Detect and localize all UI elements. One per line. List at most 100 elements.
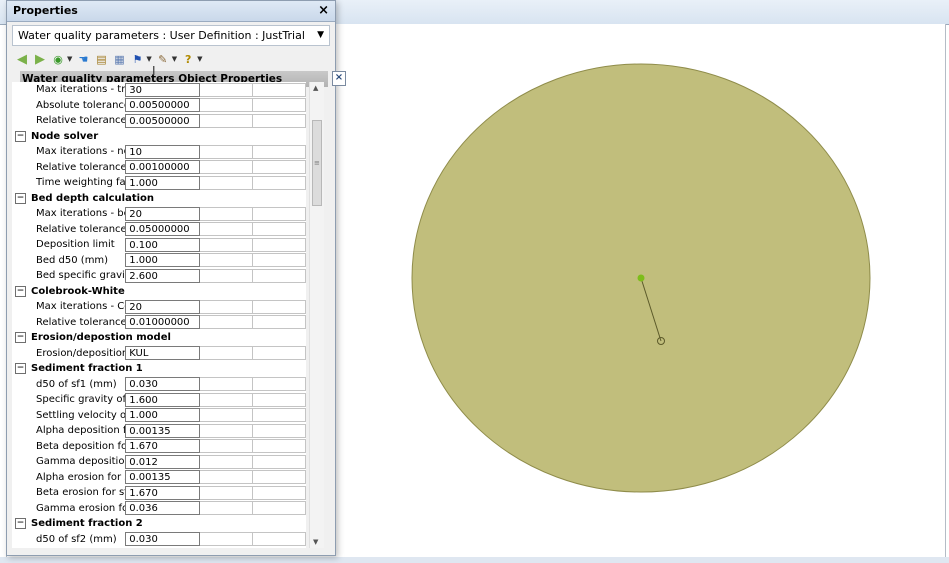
property-value-field[interactable]: 1.000 [125,253,200,268]
extra-cell[interactable] [252,268,306,283]
help-icon[interactable]: ? [181,52,195,66]
flag-cell[interactable] [199,206,253,221]
extra-cell[interactable] [252,144,306,159]
collapse-icon[interactable]: − [15,518,26,530]
property-value-field[interactable]: 0.100 [125,237,200,252]
flag-cell[interactable] [199,377,253,392]
dropdown-arrow-icon[interactable]: ▼ [146,55,151,63]
property-value-field[interactable]: KUL [125,346,200,361]
category-row[interactable]: − Bed depth calculation [12,191,306,207]
flag-cell[interactable] [199,253,253,268]
globe-icon[interactable]: ◉ [51,52,65,66]
extra-cell[interactable] [252,423,306,438]
flags-icon[interactable]: ⚑ [130,52,144,66]
property-value-field[interactable]: 30 [125,82,200,97]
category-row[interactable]: − Sediment fraction 1 [12,361,306,377]
category-row[interactable]: − Sediment fraction 2 [12,516,306,532]
category-row[interactable]: − Colebrook-White [12,284,306,300]
flag-cell[interactable] [199,532,253,547]
category-row[interactable]: − Node solver [12,129,306,145]
property-value-field[interactable]: 10 [125,144,200,159]
property-value-field[interactable]: 0.01000000 [125,315,200,330]
extra-cell[interactable] [252,377,306,392]
flag-cell[interactable] [199,485,253,500]
hand-pointer-icon[interactable]: ☚ [76,52,90,66]
flag-cell[interactable] [199,144,253,159]
back-arrow-icon[interactable]: ◀ [15,52,29,67]
grid-icon[interactable]: ▦ [112,52,126,66]
dropdown-arrow-icon[interactable]: ▼ [172,55,177,63]
flag-cell[interactable] [199,237,253,252]
property-value-field[interactable]: 1.670 [125,439,200,454]
extra-cell[interactable] [252,98,306,113]
extra-cell[interactable] [252,222,306,237]
collapse-icon[interactable]: − [15,285,26,297]
property-value-field[interactable]: 0.00100000 [125,160,200,175]
property-value-field[interactable]: 0.05000000 [125,222,200,237]
extra-cell[interactable] [252,346,306,361]
extra-cell[interactable] [252,253,306,268]
property-value-field[interactable]: 20 [125,206,200,221]
grid-close-icon[interactable]: × [332,71,346,86]
property-value-field[interactable]: 0.012 [125,454,200,469]
grid-scrollbar[interactable]: ▲ ≡ ▼ [309,82,324,548]
property-value-field[interactable]: 0.00135 [125,423,200,438]
flag-cell[interactable] [199,268,253,283]
extra-cell[interactable] [252,206,306,221]
flag-cell[interactable] [199,113,253,128]
extra-cell[interactable] [252,485,306,500]
property-value-field[interactable]: 1.600 [125,392,200,407]
property-value-field[interactable]: 0.030 [125,377,200,392]
property-value-field[interactable]: 1.000 [125,175,200,190]
property-value-field[interactable]: 0.036 [125,501,200,516]
dropdown-arrow-icon[interactable]: ▼ [67,55,72,63]
extra-cell[interactable] [252,299,306,314]
property-value-field[interactable]: 0.00500000 [125,113,200,128]
flag-cell[interactable] [199,315,253,330]
flag-cell[interactable] [199,408,253,423]
category-row[interactable]: − Erosion/depostion model [12,330,306,346]
flag-cell[interactable] [199,222,253,237]
extra-cell[interactable] [252,113,306,128]
chevron-down-icon[interactable]: ▼ [317,26,324,45]
flag-cell[interactable] [199,470,253,485]
flag-cell[interactable] [199,392,253,407]
extra-cell[interactable] [252,470,306,485]
collapse-icon[interactable]: − [15,332,26,344]
extra-cell[interactable] [252,392,306,407]
extra-cell[interactable] [252,501,306,516]
flag-cell[interactable] [199,439,253,454]
flag-cell[interactable] [199,423,253,438]
flag-cell[interactable] [199,98,253,113]
flag-cell[interactable] [199,175,253,190]
scroll-up-icon[interactable]: ▲ [313,84,318,92]
close-icon[interactable]: × [318,1,329,21]
property-value-field[interactable]: 20 [125,299,200,314]
object-selector[interactable]: Water quality parameters : User Definiti… [12,25,330,46]
node-marker[interactable] [637,274,645,282]
collapse-icon[interactable]: − [15,130,26,142]
sheet-icon[interactable]: ▤ [94,52,108,66]
extra-cell[interactable] [252,82,306,97]
scroll-down-icon[interactable]: ▼ [313,538,318,546]
property-value-field[interactable]: 0.030 [125,532,200,547]
flag-cell[interactable] [199,454,253,469]
wrench-icon[interactable]: ✎ [156,52,170,66]
scroll-thumb[interactable]: ≡ [312,120,322,206]
flag-cell[interactable] [199,346,253,361]
collapse-icon[interactable]: − [15,363,26,375]
extra-cell[interactable] [252,237,306,252]
collapse-icon[interactable]: − [15,192,26,204]
extra-cell[interactable] [252,408,306,423]
extra-cell[interactable] [252,439,306,454]
flag-cell[interactable] [199,160,253,175]
extra-cell[interactable] [252,315,306,330]
property-value-field[interactable]: 1.000 [125,408,200,423]
property-value-field[interactable]: 1.670 [125,485,200,500]
extra-cell[interactable] [252,175,306,190]
dropdown-arrow-icon[interactable]: ▼ [197,55,202,63]
flag-cell[interactable] [199,501,253,516]
extra-cell[interactable] [252,454,306,469]
property-value-field[interactable]: 0.00500000 [125,98,200,113]
property-value-field[interactable]: 0.00135 [125,470,200,485]
